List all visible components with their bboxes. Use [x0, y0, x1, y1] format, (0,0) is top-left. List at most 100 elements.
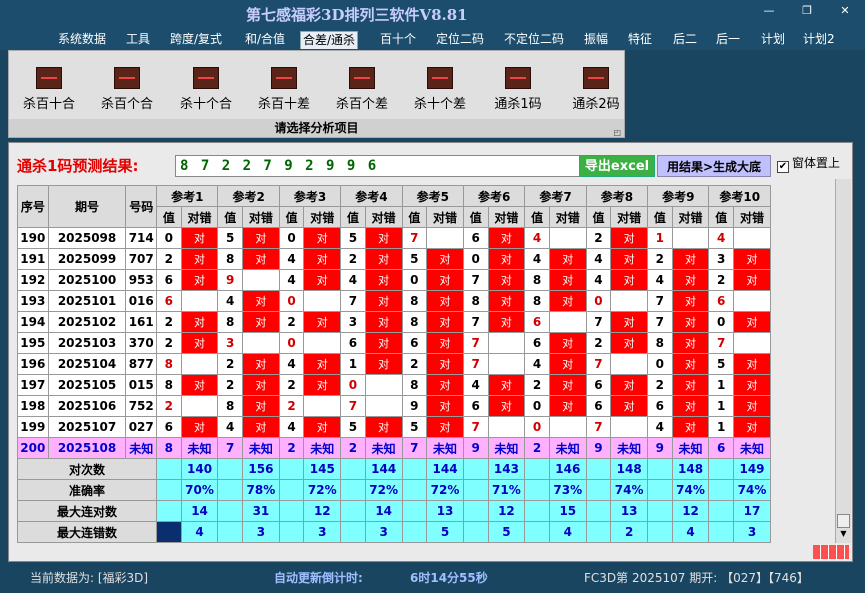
scroll-thumb[interactable] [837, 514, 850, 528]
table-row[interactable]: 198 2025106 752 2 8 对 2 7 9 对 6 对 0 对 6 对 6 对 1 对 [17, 395, 771, 417]
cell-result [733, 227, 771, 249]
ribbon-button[interactable]: 杀百个差 [327, 67, 397, 112]
cell-value: 4 [278, 416, 305, 438]
cell-result: 未知 [548, 437, 587, 459]
cell-result: 对 [242, 311, 280, 333]
cell-value: 9 [585, 437, 612, 459]
table-row[interactable]: 190 2025098 714 0 对 5 对 0 对 5 对 7 6 对 4 2 对 1 4 [17, 227, 771, 249]
menu-item[interactable]: 计划 [759, 31, 787, 49]
cell-result: 对 [487, 290, 526, 312]
menu-item[interactable]: 后一 [714, 31, 742, 49]
cell-value: 0 [708, 311, 734, 333]
header-reference: 参考2 [217, 185, 280, 207]
cell-result: 对 [180, 416, 219, 438]
ribbon-button[interactable]: 杀十个合 [171, 67, 241, 112]
ribbon-button[interactable]: 通杀2码 [561, 67, 631, 112]
cell-result: 对 [487, 269, 526, 291]
generate-button[interactable]: 用结果>生成大底 [657, 155, 771, 177]
cell-value: 4 [524, 353, 550, 375]
cell-value: 6 [401, 332, 428, 354]
menu-item[interactable]: 计划2 [801, 31, 837, 49]
cell-value: 7 [462, 416, 489, 438]
stat-row: 最大连错数 4 3 3 3 5 5 4 2 4 3 [16, 521, 771, 543]
ribbon-button[interactable]: 杀百个合 [92, 67, 162, 112]
scroll-down-icon[interactable]: ▼ [836, 529, 851, 541]
header-reference: 参考6 [462, 185, 526, 207]
table-row[interactable]: 199 2025107 027 6 对 4 对 4 对 5 对 5 对 7 0 7 4 对 1 对 [17, 416, 771, 438]
cell-value: 9 [217, 269, 243, 291]
ribbon-button[interactable]: 杀十个差 [405, 67, 475, 112]
menu-item[interactable]: 定位二码 [434, 31, 486, 49]
cell-result: 对 [548, 374, 587, 396]
table-row[interactable]: 196 2025104 877 8 2 对 4 对 1 对 2 对 7 4 对 7 0 对 5 对 [17, 353, 771, 375]
header-number: 号码 [125, 185, 158, 228]
cell-value: 1 [708, 395, 734, 417]
cell-value: 9 [462, 437, 489, 459]
table-row[interactable]: 193 2025101 016 6 4 对 0 7 对 8 对 8 对 8 对 0 7 对 6 [17, 290, 771, 312]
header-reference: 参考4 [340, 185, 403, 207]
cell-value: 4 [217, 416, 243, 438]
ribbon-button[interactable]: 通杀1码 [483, 67, 553, 112]
table-row-pending[interactable]: 200 2025108 未知 8 未知 7 未知 2 未知 2 未知 7 未知 9 未知 2 未知 9 未知 9 未知 6… [17, 437, 771, 459]
table-row[interactable]: 191 2025099 707 2 对 8 对 4 对 2 对 5 对 0 对 4 对 4 对 2 对 3 对 [17, 248, 771, 270]
stat-spacer [278, 500, 305, 522]
menu-item[interactable]: 跨度/复式 [168, 31, 224, 49]
minimize-icon[interactable]: — [758, 4, 780, 17]
stat-value: 74% [671, 479, 710, 501]
ribbon-button[interactable]: 杀百十合 [14, 67, 84, 112]
stat-spacer [340, 479, 366, 501]
cell-number: 027 [125, 416, 158, 438]
menu-item[interactable]: 合差/通杀 [300, 31, 359, 49]
menu-item[interactable]: 系统数据 [56, 31, 108, 49]
cell-result: 未知 [671, 437, 710, 459]
ribbon-panel: 杀百十合 杀百个合 杀十个合 杀百十差 杀百个差 杀十个差 通杀1码 通杀2码 请选择分析项目… [8, 50, 625, 138]
cell-value: 8 [401, 374, 428, 396]
header-reference: 参考1 [156, 185, 219, 207]
cell-value: 0 [585, 290, 612, 312]
header-reference: 参考9 [647, 185, 710, 207]
menu-item[interactable]: 不定位二码 [502, 31, 566, 49]
check-icon[interactable]: ✔ [777, 161, 789, 173]
cell-result [487, 332, 526, 354]
menu-item[interactable]: 后二 [671, 31, 699, 49]
menu-item[interactable]: 百十个 [378, 31, 418, 49]
stat-label: 最大连错数 [16, 521, 158, 543]
cell-number: 016 [125, 290, 158, 312]
prediction-field[interactable]: 8 7 2 2 7 9 2 9 9 6 [175, 155, 583, 177]
export-excel-button[interactable]: 导出excel [579, 155, 655, 177]
cell-number: 161 [125, 311, 158, 333]
cell-result: 对 [180, 248, 219, 270]
menu-item[interactable]: 振幅 [582, 31, 610, 49]
table-row[interactable]: 195 2025103 370 2 对 3 0 6 对 6 对 7 6 对 2 对 8 对 7 [17, 332, 771, 354]
menu-item[interactable]: 工具 [124, 31, 152, 49]
subheader-result: 对错 [426, 206, 464, 228]
cell-value: 2 [278, 395, 305, 417]
table-row[interactable]: 192 2025100 953 6 对 9 4 对 4 对 0 对 7 对 8 对 4 对 4 对 2 对 [17, 269, 771, 291]
cell-value: 4 [647, 269, 673, 291]
stat-spacer [524, 479, 550, 501]
ribbon-button[interactable]: 杀百十差 [249, 67, 319, 112]
menu-item[interactable]: 和/合值 [243, 31, 287, 49]
cell-value: 7 [647, 290, 673, 312]
menu-item[interactable]: 特征 [626, 31, 654, 49]
cell-result [671, 227, 710, 249]
vertical-scrollbar[interactable]: ▼ [835, 179, 851, 543]
cell-value: 2 [217, 374, 243, 396]
cell-period: 2025104 [47, 353, 127, 375]
cell-value: 3 [340, 311, 366, 333]
maximize-icon[interactable]: ❐ [796, 4, 818, 17]
cell-number: 015 [125, 374, 158, 396]
stat-spacer [278, 458, 305, 480]
expand-corner-icon[interactable]: ◰ [613, 124, 621, 142]
cell-value: 6 [462, 395, 489, 417]
table-row[interactable]: 197 2025105 015 8 对 2 对 2 对 0 8 对 4 对 2 对 6 对 2 对 1 对 [17, 374, 771, 396]
stay-on-top-checkbox[interactable]: ✔ 窗体置上 [777, 156, 840, 173]
cell-value: 6 [585, 374, 612, 396]
cell-period: 2025100 [47, 269, 127, 291]
close-icon[interactable]: ✕ [834, 4, 856, 17]
chart-icon [36, 67, 62, 89]
stat-row: 准确率 70% 78% 72% 72% 72% 71% 73% 74% 74% 74% [16, 479, 771, 501]
stat-spacer [708, 521, 734, 543]
table-row[interactable]: 194 2025102 161 2 对 8 对 2 对 3 对 8 对 7 对 6 7 对 7 对 0 对 [17, 311, 771, 333]
cell-value: 4 [278, 269, 305, 291]
